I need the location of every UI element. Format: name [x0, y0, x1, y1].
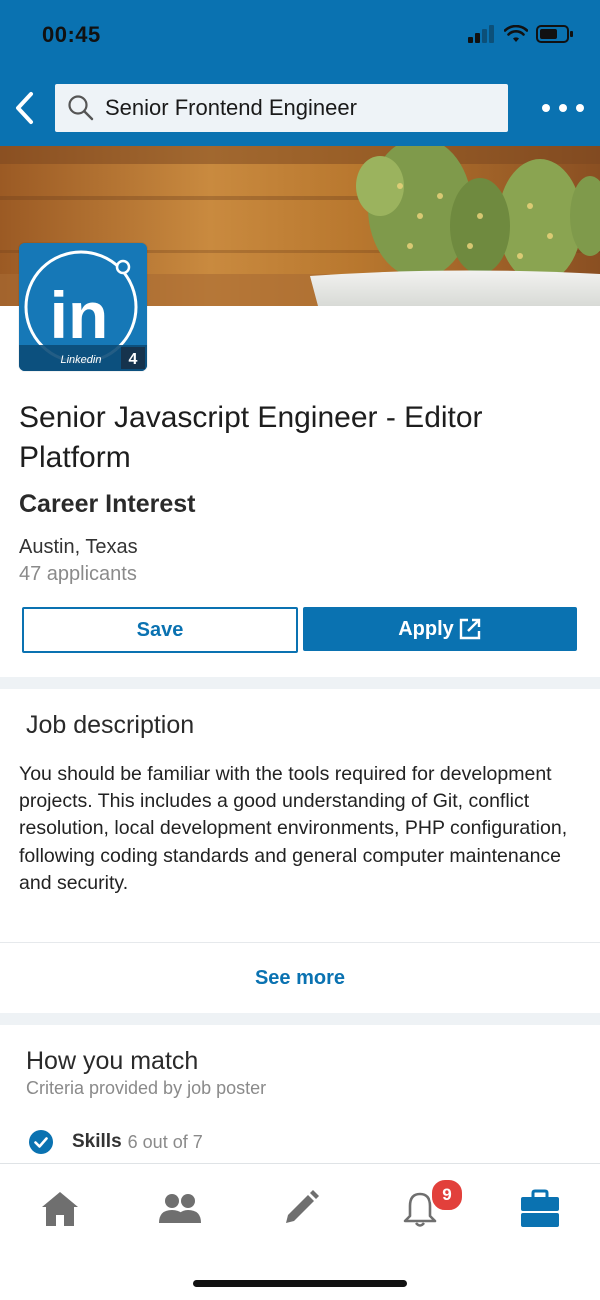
more-dot [559, 104, 567, 112]
home-icon [42, 1192, 78, 1226]
tab-post[interactable] [276, 1186, 324, 1232]
bottom-tab-bar: 9 [0, 1163, 600, 1300]
battery-icon [536, 25, 573, 43]
more-options-button[interactable] [542, 96, 584, 120]
home-indicator [193, 1280, 407, 1287]
status-time: 00:45 [42, 22, 101, 47]
search-value: Senior Frontend Engineer [105, 95, 357, 120]
company-logo[interactable]: in Linkedin 4 [19, 243, 147, 371]
status-icons [468, 22, 574, 46]
notifications-badge: 9 [430, 1178, 464, 1212]
company-name[interactable]: Career Interest [19, 490, 195, 519]
more-dot [576, 104, 584, 112]
save-button-label: Save [136, 618, 184, 641]
job-location: Austin, Texas [19, 536, 138, 558]
tab-my-network[interactable] [156, 1186, 204, 1232]
search-input[interactable]: Senior Frontend Engineer [55, 84, 508, 132]
logo-count: 4 [129, 351, 138, 368]
wifi-icon [504, 25, 528, 42]
apply-button[interactable]: Apply [303, 607, 577, 651]
skills-row[interactable]: Skills 6 out of 7 [29, 1130, 203, 1154]
apply-button-label: Apply [398, 617, 454, 640]
nav-bar: Senior Frontend Engineer [0, 72, 600, 146]
job-description-text: You should be familiar with the tools re… [19, 763, 568, 894]
divider [0, 942, 600, 943]
check-circle-icon [29, 1130, 53, 1154]
job-title: Senior Javascript Engineer - Editor Plat… [19, 401, 483, 474]
search-icon [67, 94, 95, 122]
back-button[interactable] [4, 84, 44, 132]
chevron-left-icon [16, 92, 33, 124]
logo-wordmark: in [50, 278, 109, 352]
logo-caption: Linkedin [61, 354, 102, 366]
tab-home[interactable] [36, 1186, 84, 1232]
status-bar: 00:45 [0, 0, 600, 72]
tab-jobs[interactable] [516, 1186, 564, 1232]
more-horizontal-icon [542, 104, 550, 112]
criteria-subtitle: Criteria provided by job poster [26, 1078, 267, 1098]
section-divider [0, 1013, 600, 1025]
how-you-match-heading: How you match [26, 1047, 199, 1075]
save-button[interactable]: Save [22, 607, 298, 653]
people-icon [159, 1194, 201, 1223]
job-description-heading: Job description [26, 711, 195, 739]
skills-label: Skills [72, 1131, 122, 1152]
skills-count: 6 out of 7 [127, 1131, 203, 1152]
signal-icon [468, 25, 494, 43]
external-link-icon [459, 618, 480, 640]
applicant-count: 47 applicants [19, 563, 137, 585]
section-divider [0, 677, 600, 689]
pencil-icon [286, 1190, 319, 1223]
briefcase-icon [521, 1189, 559, 1227]
see-more-link[interactable]: See more [0, 958, 600, 998]
